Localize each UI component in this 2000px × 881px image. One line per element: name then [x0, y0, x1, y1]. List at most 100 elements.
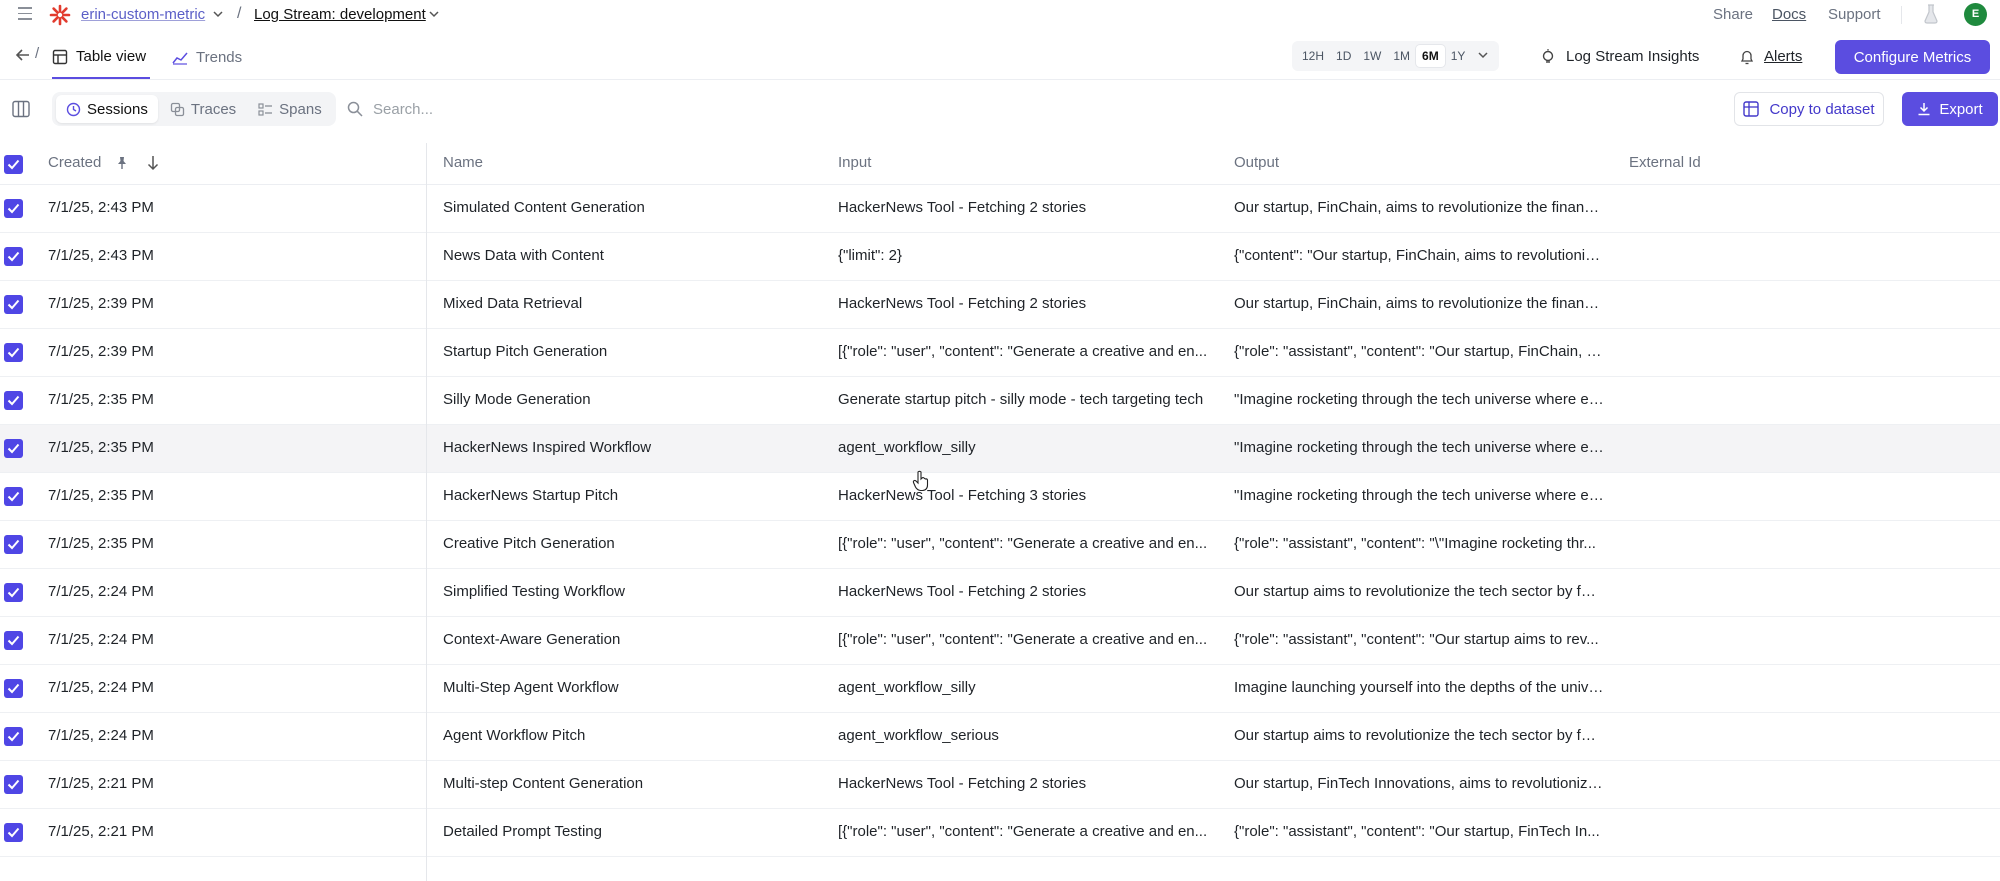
hand-cursor-icon — [912, 470, 929, 492]
table-row[interactable]: 7/1/25, 2:21 PM Detailed Prompt Testing [{… — [0, 809, 2000, 857]
segment-spans[interactable]: Spans — [248, 95, 332, 123]
table-header: Created Name Input Output External Id — [0, 141, 2000, 185]
row-checkbox[interactable] — [4, 631, 23, 650]
cell-input: [{"role": "user", "content": "Generate a… — [838, 535, 1208, 552]
row-checkbox[interactable] — [4, 823, 23, 842]
chevron-down-icon[interactable] — [212, 8, 224, 20]
hamburger-menu-icon[interactable] — [18, 7, 32, 21]
table-row[interactable]: 7/1/25, 2:24 PM Context-Aware Generation [… — [0, 617, 2000, 665]
range-1w[interactable]: 1W — [1357, 45, 1387, 67]
log-stream-selector[interactable]: Log Stream: development — [254, 6, 426, 23]
cell-name: HackerNews Inspired Workflow — [443, 439, 652, 456]
row-checkbox[interactable] — [4, 775, 23, 794]
column-header-output[interactable]: Output — [1234, 154, 1279, 171]
support-link[interactable]: Support — [1828, 6, 1881, 23]
range-12h[interactable]: 12H — [1296, 45, 1330, 67]
share-link[interactable]: Share — [1713, 6, 1753, 23]
configure-metrics-button[interactable]: Configure Metrics — [1835, 40, 1990, 74]
table-row[interactable]: 7/1/25, 2:21 PM Multi-step Content Genera… — [0, 761, 2000, 809]
row-checkbox[interactable] — [4, 679, 23, 698]
table-row[interactable]: 7/1/25, 2:24 PM Agent Workflow Pitch agent… — [0, 713, 2000, 761]
row-checkbox[interactable] — [4, 247, 23, 266]
table-row[interactable]: 7/1/25, 2:35 PM Creative Pitch Generation… — [0, 521, 2000, 569]
cell-name: Simulated Content Generation — [443, 199, 645, 216]
segment-sessions[interactable]: Sessions — [56, 95, 158, 123]
cell-created: 7/1/25, 2:35 PM — [48, 439, 154, 456]
search-input[interactable] — [373, 100, 553, 118]
cell-created: 7/1/25, 2:43 PM — [48, 247, 154, 264]
alerts-button[interactable]: Alerts — [1740, 48, 1802, 65]
record-type-selector: Sessions Traces Spans — [52, 92, 336, 126]
log-stream-insights-button[interactable]: Log Stream Insights — [1540, 48, 1699, 65]
chevron-down-icon[interactable] — [428, 8, 440, 20]
table-row[interactable]: 7/1/25, 2:35 PM HackerNews Inspired Workf… — [0, 425, 2000, 473]
sessions-table: Created Name Input Output External Id 7/… — [0, 141, 2000, 857]
columns-panel-icon[interactable] — [12, 100, 30, 118]
cell-output: Our startup, FinChain, aims to revolutio… — [1234, 199, 1604, 216]
cell-created: 7/1/25, 2:24 PM — [48, 583, 154, 600]
galileo-logo-icon[interactable] — [49, 4, 71, 26]
range-1m[interactable]: 1M — [1387, 45, 1416, 67]
column-header-external-id[interactable]: External Id — [1629, 154, 1701, 171]
project-selector[interactable]: erin-custom-metric — [81, 6, 205, 23]
cell-name: Multi-Step Agent Workflow — [443, 679, 619, 696]
table-row[interactable]: 7/1/25, 2:43 PM Simulated Content Generat… — [0, 185, 2000, 233]
table-row[interactable]: 7/1/25, 2:35 PM HackerNews Startup Pitch H… — [0, 473, 2000, 521]
row-checkbox[interactable] — [4, 535, 23, 554]
docs-link[interactable]: Docs — [1772, 6, 1806, 23]
cell-created: 7/1/25, 2:39 PM — [48, 295, 154, 312]
cell-output: "Imagine rocketing through the tech univ… — [1234, 439, 1604, 456]
cell-input: HackerNews Tool - Fetching 2 stories — [838, 295, 1087, 312]
table-row[interactable]: 7/1/25, 2:24 PM Multi-Step Agent Workflow… — [0, 665, 2000, 713]
table-row[interactable]: 7/1/25, 2:24 PM Simplified Testing Workfl… — [0, 569, 2000, 617]
row-checkbox[interactable] — [4, 295, 23, 314]
row-checkbox[interactable] — [4, 199, 23, 218]
table-row[interactable]: 7/1/25, 2:43 PM News Data with Content {"l… — [0, 233, 2000, 281]
tab-table-view[interactable]: Table view — [52, 36, 150, 79]
cell-name: Agent Workflow Pitch — [443, 727, 586, 744]
pin-icon[interactable] — [115, 156, 129, 170]
range-1d[interactable]: 1D — [1330, 45, 1357, 67]
cell-name: Multi-step Content Generation — [443, 775, 644, 792]
sort-descending-icon[interactable] — [146, 155, 160, 171]
row-checkbox[interactable] — [4, 391, 23, 410]
user-avatar[interactable]: E — [1964, 3, 1987, 26]
select-all-checkbox[interactable] — [4, 155, 23, 174]
cell-input: HackerNews Tool - Fetching 2 stories — [838, 583, 1087, 600]
flask-icon[interactable] — [1923, 4, 1939, 24]
copy-to-dataset-button[interactable]: Copy to dataset — [1734, 92, 1884, 126]
cell-output: Our startup aims to revolutionize the te… — [1234, 583, 1604, 600]
search-icon — [347, 101, 363, 117]
cell-input: HackerNews Tool - Fetching 2 stories — [838, 199, 1087, 216]
top-bar: erin-custom-metric / Log Stream: develop… — [0, 0, 2000, 30]
column-resize-divider[interactable] — [426, 143, 427, 881]
cell-created: 7/1/25, 2:39 PM — [48, 343, 154, 360]
tab-trends[interactable]: Trends — [172, 36, 242, 79]
segment-traces[interactable]: Traces — [160, 95, 246, 123]
row-checkbox[interactable] — [4, 487, 23, 506]
cell-output: Our startup, FinChain, aims to revolutio… — [1234, 295, 1604, 312]
table-row[interactable]: 7/1/25, 2:39 PM Startup Pitch Generation [… — [0, 329, 2000, 377]
row-checkbox[interactable] — [4, 439, 23, 458]
range-6m[interactable]: 6M — [1416, 45, 1445, 67]
cell-input: {"limit": 2} — [838, 247, 903, 264]
row-checkbox[interactable] — [4, 343, 23, 362]
back-arrow-icon[interactable] — [15, 48, 31, 62]
export-button[interactable]: Export — [1902, 92, 1998, 126]
column-header-name[interactable]: Name — [443, 154, 483, 171]
time-range-selector: 12H 1D 1W 1M 6M 1Y — [1292, 41, 1500, 71]
cell-output: {"role": "assistant", "content": "Our st… — [1234, 823, 1600, 840]
column-header-input[interactable]: Input — [838, 154, 871, 171]
cell-input: agent_workflow_silly — [838, 679, 976, 696]
cell-name: Detailed Prompt Testing — [443, 823, 602, 840]
cell-input: [{"role": "user", "content": "Generate a… — [838, 343, 1208, 360]
range-1y[interactable]: 1Y — [1445, 45, 1472, 67]
row-checkbox[interactable] — [4, 727, 23, 746]
column-header-created[interactable]: Created — [48, 154, 101, 171]
chevron-down-icon[interactable] — [1471, 50, 1495, 62]
table-row[interactable]: 7/1/25, 2:39 PM Mixed Data Retrieval Hacke… — [0, 281, 2000, 329]
cell-created: 7/1/25, 2:35 PM — [48, 535, 154, 552]
table-row[interactable]: 7/1/25, 2:35 PM Silly Mode Generation Gene… — [0, 377, 2000, 425]
divider — [1901, 6, 1902, 24]
row-checkbox[interactable] — [4, 583, 23, 602]
